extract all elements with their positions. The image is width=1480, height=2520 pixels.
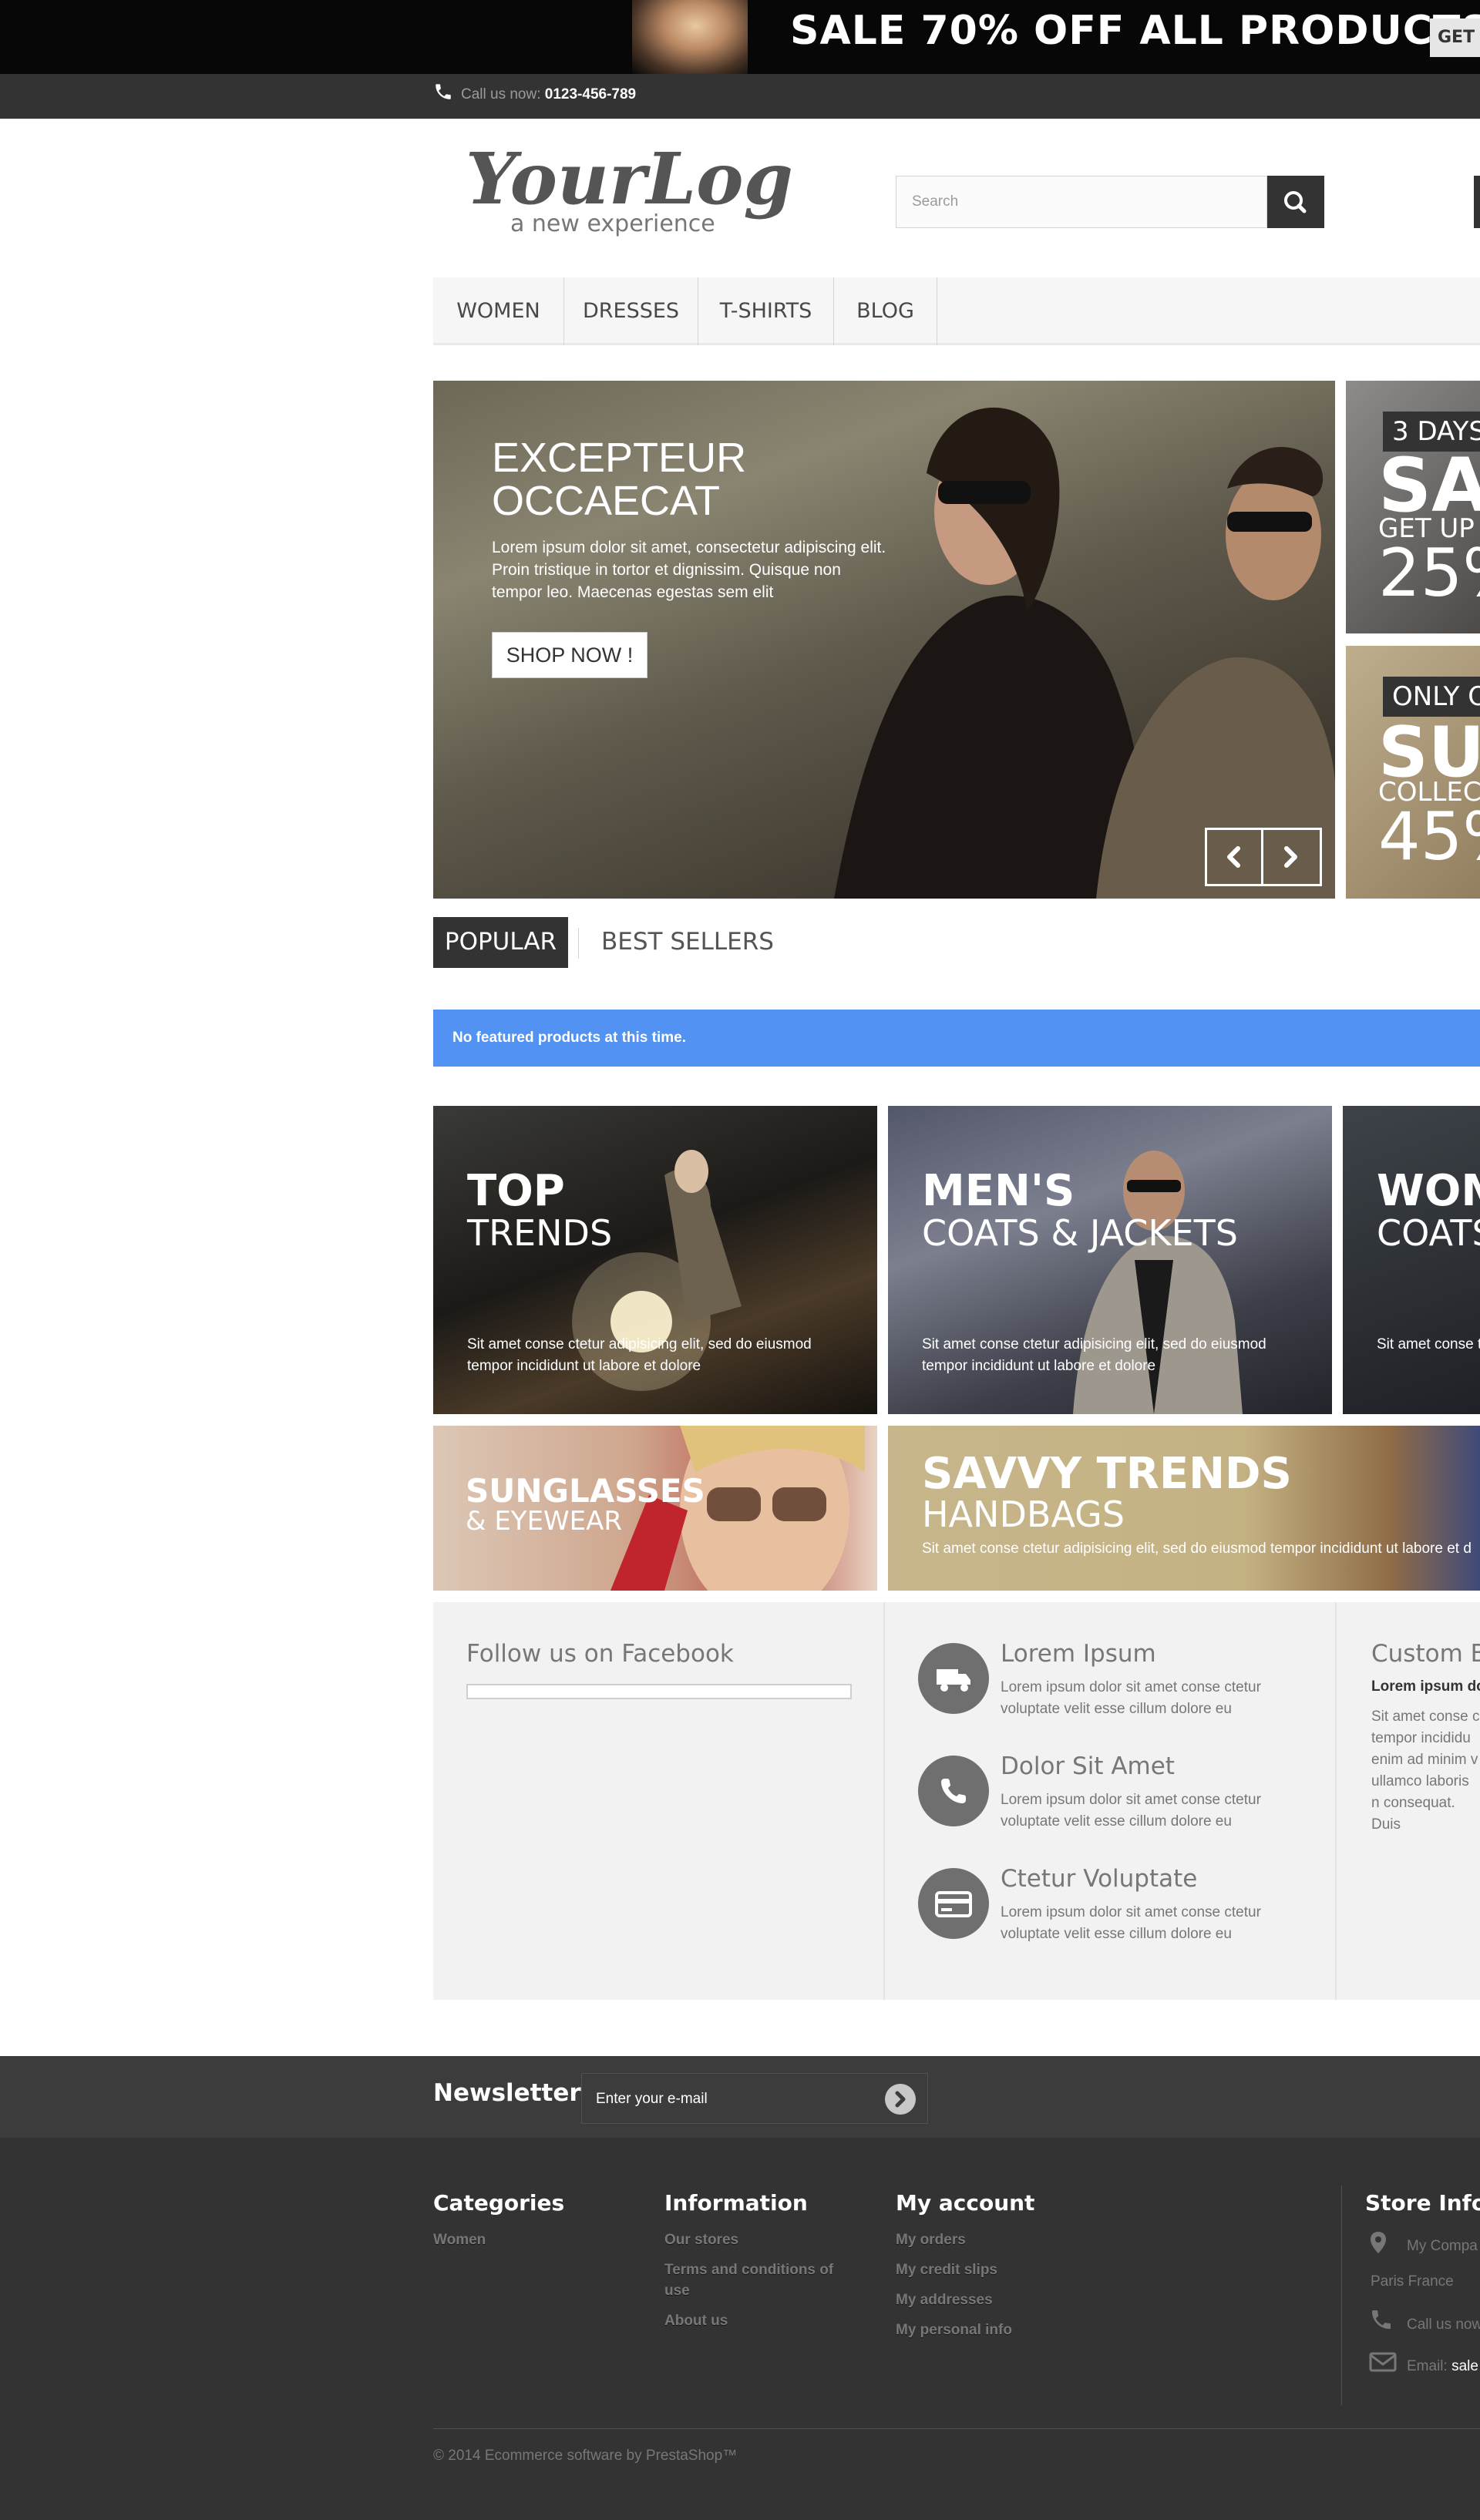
tab-popular[interactable]: POPULAR (433, 917, 568, 968)
menu-item-tshirts[interactable]: T-shirts (698, 277, 834, 345)
tab-divider (578, 928, 579, 959)
info-divider (883, 1602, 885, 2000)
footer-link-women[interactable]: Women (433, 2229, 486, 2250)
banner-subtitle: HANDBAGS (922, 1494, 1125, 1535)
custom-block-title: Custom Bl (1371, 1640, 1480, 1668)
store-company: My Compa (1407, 2238, 1478, 2254)
promo-banner-sale[interactable]: 3 DAYS SAL GET UP 25% (1346, 381, 1480, 633)
slide-title: EXCEPTEUR OCCAECAT (492, 435, 747, 524)
menu-item-women[interactable]: Women (433, 277, 564, 345)
newsletter-submit-button[interactable] (885, 2084, 916, 2115)
footer-link-personal-info[interactable]: My personal info (896, 2320, 1012, 2340)
footer-link-addresses[interactable]: My addresses (896, 2290, 993, 2310)
banner-sunglasses[interactable]: SUNGLASSES & EYEWEAR (433, 1426, 877, 1591)
promo-percent: 25% (1378, 535, 1480, 612)
contact-bar (0, 74, 1480, 119)
chevron-right-icon (1284, 846, 1297, 868)
envelope-icon (1369, 2352, 1397, 2372)
copyright-text: © 2014 Ecommerce software by PrestaShop™ (433, 2448, 738, 2464)
banner-subtitle: COATS (1377, 1212, 1480, 1254)
footer-store-title: Store Inform (1365, 2190, 1480, 2216)
search-button[interactable] (1267, 176, 1324, 228)
truck-icon (918, 1643, 989, 1714)
shop-now-button[interactable]: SHOP NOW ! (492, 632, 648, 678)
banner-top-trends[interactable]: TOP TRENDS Sit amet conse ctetur adipisi… (433, 1106, 877, 1414)
newsletter-title: Newsletter (433, 2079, 581, 2107)
info-item-text: Lorem ipsum dolor sit amet conse ctetur … (1001, 1679, 1261, 1717)
store-city: Paris France (1371, 2273, 1454, 2290)
menu-item-dresses[interactable]: Dresses (564, 277, 698, 345)
phone-icon (436, 84, 451, 99)
banner-title: WOM (1377, 1166, 1480, 1216)
footer-categories-title: Categories (433, 2190, 565, 2216)
store-call-label: Call us now (1407, 2317, 1480, 2333)
footer-link-our-stores[interactable]: Our stores (664, 2229, 738, 2250)
slide-description: Lorem ipsum dolor sit amet, consectetur … (492, 539, 886, 601)
banner-subtitle: COATS & JACKETS (922, 1212, 1238, 1254)
call-us-label: Call us now: (461, 86, 541, 102)
site-logo[interactable]: YourLogo a new experience (462, 140, 794, 244)
custom-block-text: Sit amet conse c tempor incididu enim ad… (1371, 1709, 1480, 1833)
banner-title: TOP (467, 1166, 565, 1216)
promo-banner-summer[interactable]: ONLY O SUM COLLEC 45% (1346, 646, 1480, 899)
footer-link-my-orders[interactable]: My orders (896, 2229, 966, 2250)
slider-next-button[interactable] (1263, 828, 1322, 886)
banner-get-button[interactable]: GET S (1430, 18, 1480, 57)
promo-percent: 45% (1378, 798, 1480, 875)
banner-womens-coats[interactable]: WOM COATS Sit amet conse tempor incididu (1343, 1106, 1480, 1414)
call-us-number: 0123-456-789 (544, 86, 637, 102)
search-input[interactable]: Search (896, 176, 1267, 228)
no-products-alert: No featured products at this time. (433, 1010, 1480, 1067)
facebook-title: Follow us on Facebook (466, 1640, 734, 1668)
info-item-title: Lorem Ipsum (1001, 1640, 1156, 1668)
banner-title: MEN'S (922, 1166, 1075, 1216)
footer-account-title: My account (896, 2190, 1035, 2216)
facebook-widget[interactable] (466, 1684, 852, 1699)
banner-title: SUNGLASSES (466, 1472, 705, 1510)
footer-link-terms[interactable]: Terms and conditions of use (664, 2260, 857, 2301)
banner-text: Sit amet conse tempor incididu (1377, 1336, 1480, 1352)
store-info-divider (1341, 2186, 1342, 2405)
logo-tagline: a new experience (510, 210, 715, 237)
chevron-right-icon (895, 2091, 906, 2108)
chevron-left-icon (1227, 846, 1240, 868)
cart-block-edge[interactable] (1474, 176, 1480, 228)
logo-text: YourLogo (466, 140, 794, 220)
banner-text: Sit amet conse ctetur adipisicing elit, … (922, 1541, 1472, 1557)
store-email-value[interactable]: sale (1451, 2358, 1478, 2374)
info-divider (1335, 1602, 1337, 2000)
menu-item-blog[interactable]: Blog (834, 277, 937, 345)
store-email-label: Email: (1407, 2358, 1448, 2374)
call-us-text: Call us now: 0123-456-789 (461, 86, 636, 103)
tab-best-sellers[interactable]: BEST SELLERS (601, 917, 774, 968)
banner-title: SAVVY TRENDS (922, 1449, 1292, 1499)
slider-prev-button[interactable] (1205, 828, 1263, 886)
banner-sale-text: SALE 70% OFF ALL PRODUCTS (790, 8, 1480, 54)
phone-icon (1372, 2310, 1391, 2329)
banner-text: Sit amet conse ctetur adipisicing elit, … (922, 1336, 1266, 1374)
banner-text: Sit amet conse ctetur adipisicing elit, … (467, 1336, 812, 1374)
banner-mens-coats[interactable]: MEN'S COATS & JACKETS Sit amet conse cte… (888, 1106, 1332, 1414)
store-email: Email: sale (1407, 2358, 1478, 2375)
footer-link-credit-slips[interactable]: My credit slips (896, 2260, 997, 2280)
footer-rule (433, 2428, 1480, 2429)
footer-link-about-us[interactable]: About us (664, 2310, 728, 2331)
custom-block-heading: Lorem ipsum do (1371, 1678, 1480, 1695)
banner-model-image (632, 0, 748, 74)
info-item-title: Ctetur Voluptate (1001, 1865, 1198, 1893)
banner-subtitle: & EYEWEAR (466, 1506, 623, 1537)
footer-information-title: Information (664, 2190, 808, 2216)
info-item-text: Lorem ipsum dolor sit amet conse ctetur … (1001, 1904, 1261, 1942)
banner-subtitle: TRENDS (467, 1212, 613, 1254)
newsletter-email-input[interactable]: Enter your e-mail (581, 2073, 928, 2124)
info-item-title: Dolor Sit Amet (1001, 1752, 1175, 1780)
search-icon (1284, 191, 1307, 213)
map-marker-icon (1371, 2232, 1386, 2253)
credit-card-icon (918, 1868, 989, 1939)
info-item-text: Lorem ipsum dolor sit amet conse ctetur … (1001, 1792, 1261, 1830)
phone-icon (918, 1756, 989, 1826)
promo-tag: ONLY O (1383, 677, 1480, 717)
banner-savvy-trends[interactable]: SAVVY TRENDS HANDBAGS Sit amet conse cte… (888, 1426, 1480, 1591)
